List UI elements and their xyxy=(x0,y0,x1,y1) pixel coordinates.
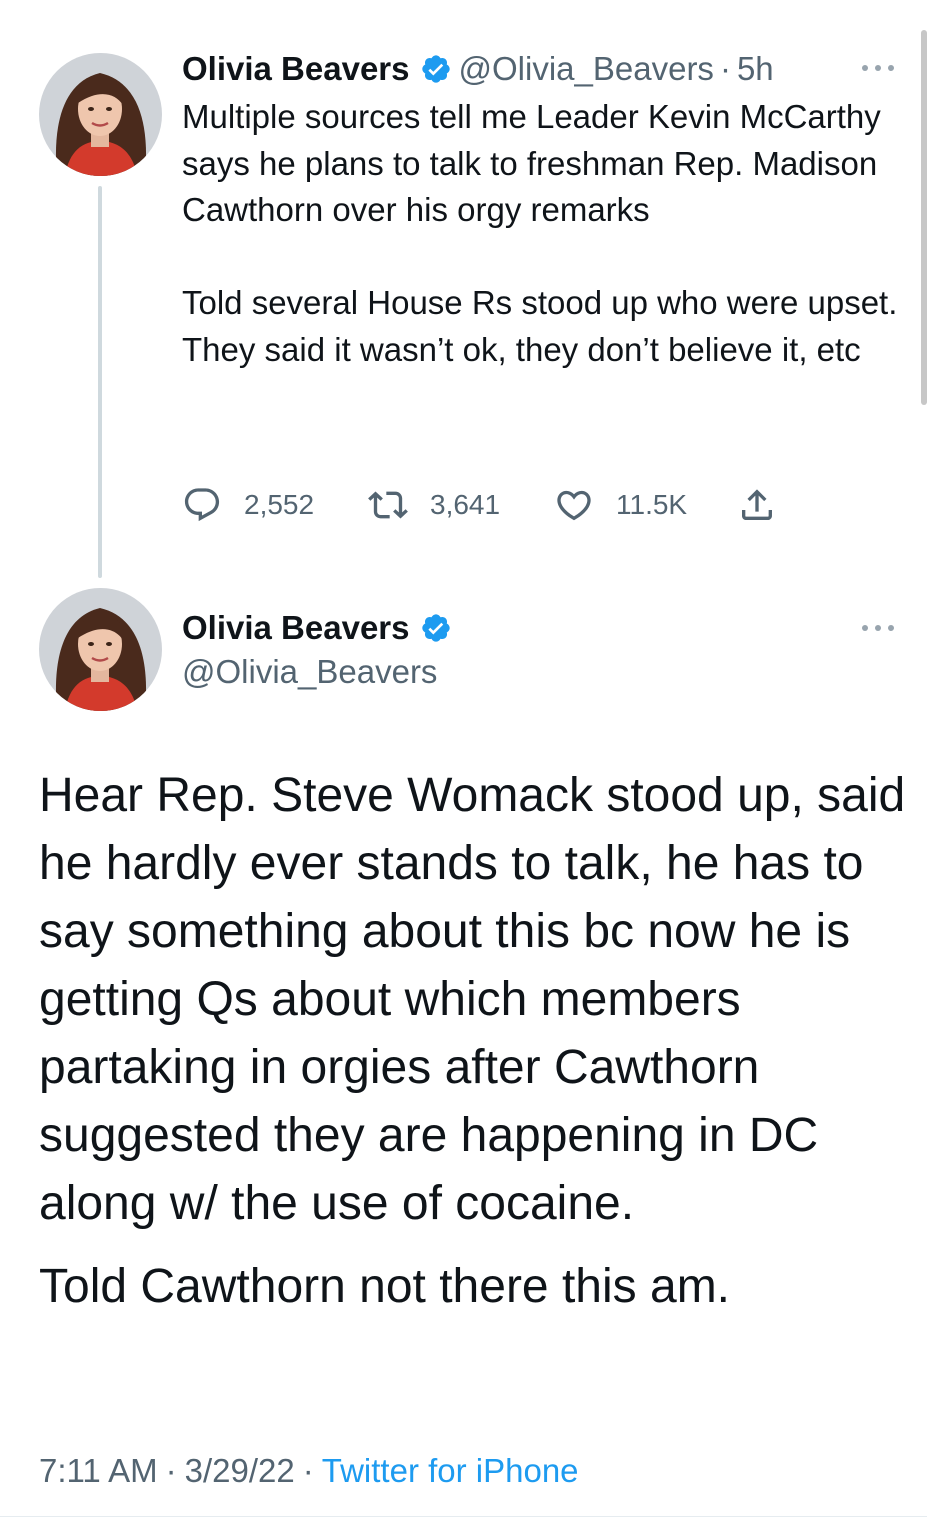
like-icon xyxy=(554,485,594,525)
tweet-paragraph: Told several House Rs stood up who were … xyxy=(182,284,898,368)
share-icon xyxy=(737,485,777,525)
retweet-button[interactable]: 3,641 xyxy=(368,484,500,526)
author-handle[interactable]: @Olivia_Beavers xyxy=(459,50,714,88)
like-count: 11.5K xyxy=(616,489,688,520)
author-name[interactable]: Olivia Beavers xyxy=(182,609,410,647)
reply-icon xyxy=(182,485,222,525)
source-link[interactable]: Twitter for iPhone xyxy=(322,1452,579,1489)
separator: · xyxy=(165,1452,177,1489)
divider xyxy=(0,1516,927,1517)
author-name[interactable]: Olivia Beavers xyxy=(182,50,410,88)
verified-badge-icon xyxy=(420,612,452,644)
tweet-paragraph: Multiple sources tell me Leader Kevin Mc… xyxy=(182,98,881,228)
tweet-text: Hear Rep. Steve Womack stood up, said he… xyxy=(39,762,909,1321)
retweet-count: 3,641 xyxy=(430,489,501,520)
reply-count: 2,552 xyxy=(244,489,315,520)
scrollbar[interactable] xyxy=(921,30,927,405)
author-handle[interactable]: @Olivia_Beavers xyxy=(182,650,459,694)
avatar[interactable] xyxy=(39,53,162,176)
tweet-header: Olivia Beavers @Olivia_Beavers · 5h xyxy=(182,48,774,90)
share-button[interactable] xyxy=(737,484,777,526)
thread-line xyxy=(98,186,102,578)
separator: · xyxy=(719,50,731,87)
tweet-header: Olivia Beavers @Olivia_Beavers xyxy=(182,606,459,694)
more-icon[interactable] xyxy=(858,58,898,78)
timestamp[interactable]: 5h xyxy=(737,50,774,88)
avatar[interactable] xyxy=(39,588,162,711)
like-button[interactable]: 11.5K xyxy=(554,484,687,526)
tweet-meta: 7:11 AM · 3/29/22 · Twitter for iPhone xyxy=(39,1448,579,1494)
tweet-time[interactable]: 7:11 AM xyxy=(39,1452,158,1489)
tweet-text: Multiple sources tell me Leader Kevin Mc… xyxy=(182,94,902,373)
verified-badge-icon xyxy=(420,53,452,85)
retweet-icon xyxy=(368,485,408,525)
tweet-actions: 2,552 3,641 11.5K xyxy=(182,484,802,526)
more-icon[interactable] xyxy=(858,618,898,638)
tweet-paragraph: Told Cawthorn not there this am. xyxy=(39,1260,731,1313)
reply-button[interactable]: 2,552 xyxy=(182,484,314,526)
separator: · xyxy=(302,1452,314,1489)
tweet-date[interactable]: 3/29/22 xyxy=(185,1452,295,1489)
tweet-paragraph: Hear Rep. Steve Womack stood up, said he… xyxy=(39,769,906,1230)
